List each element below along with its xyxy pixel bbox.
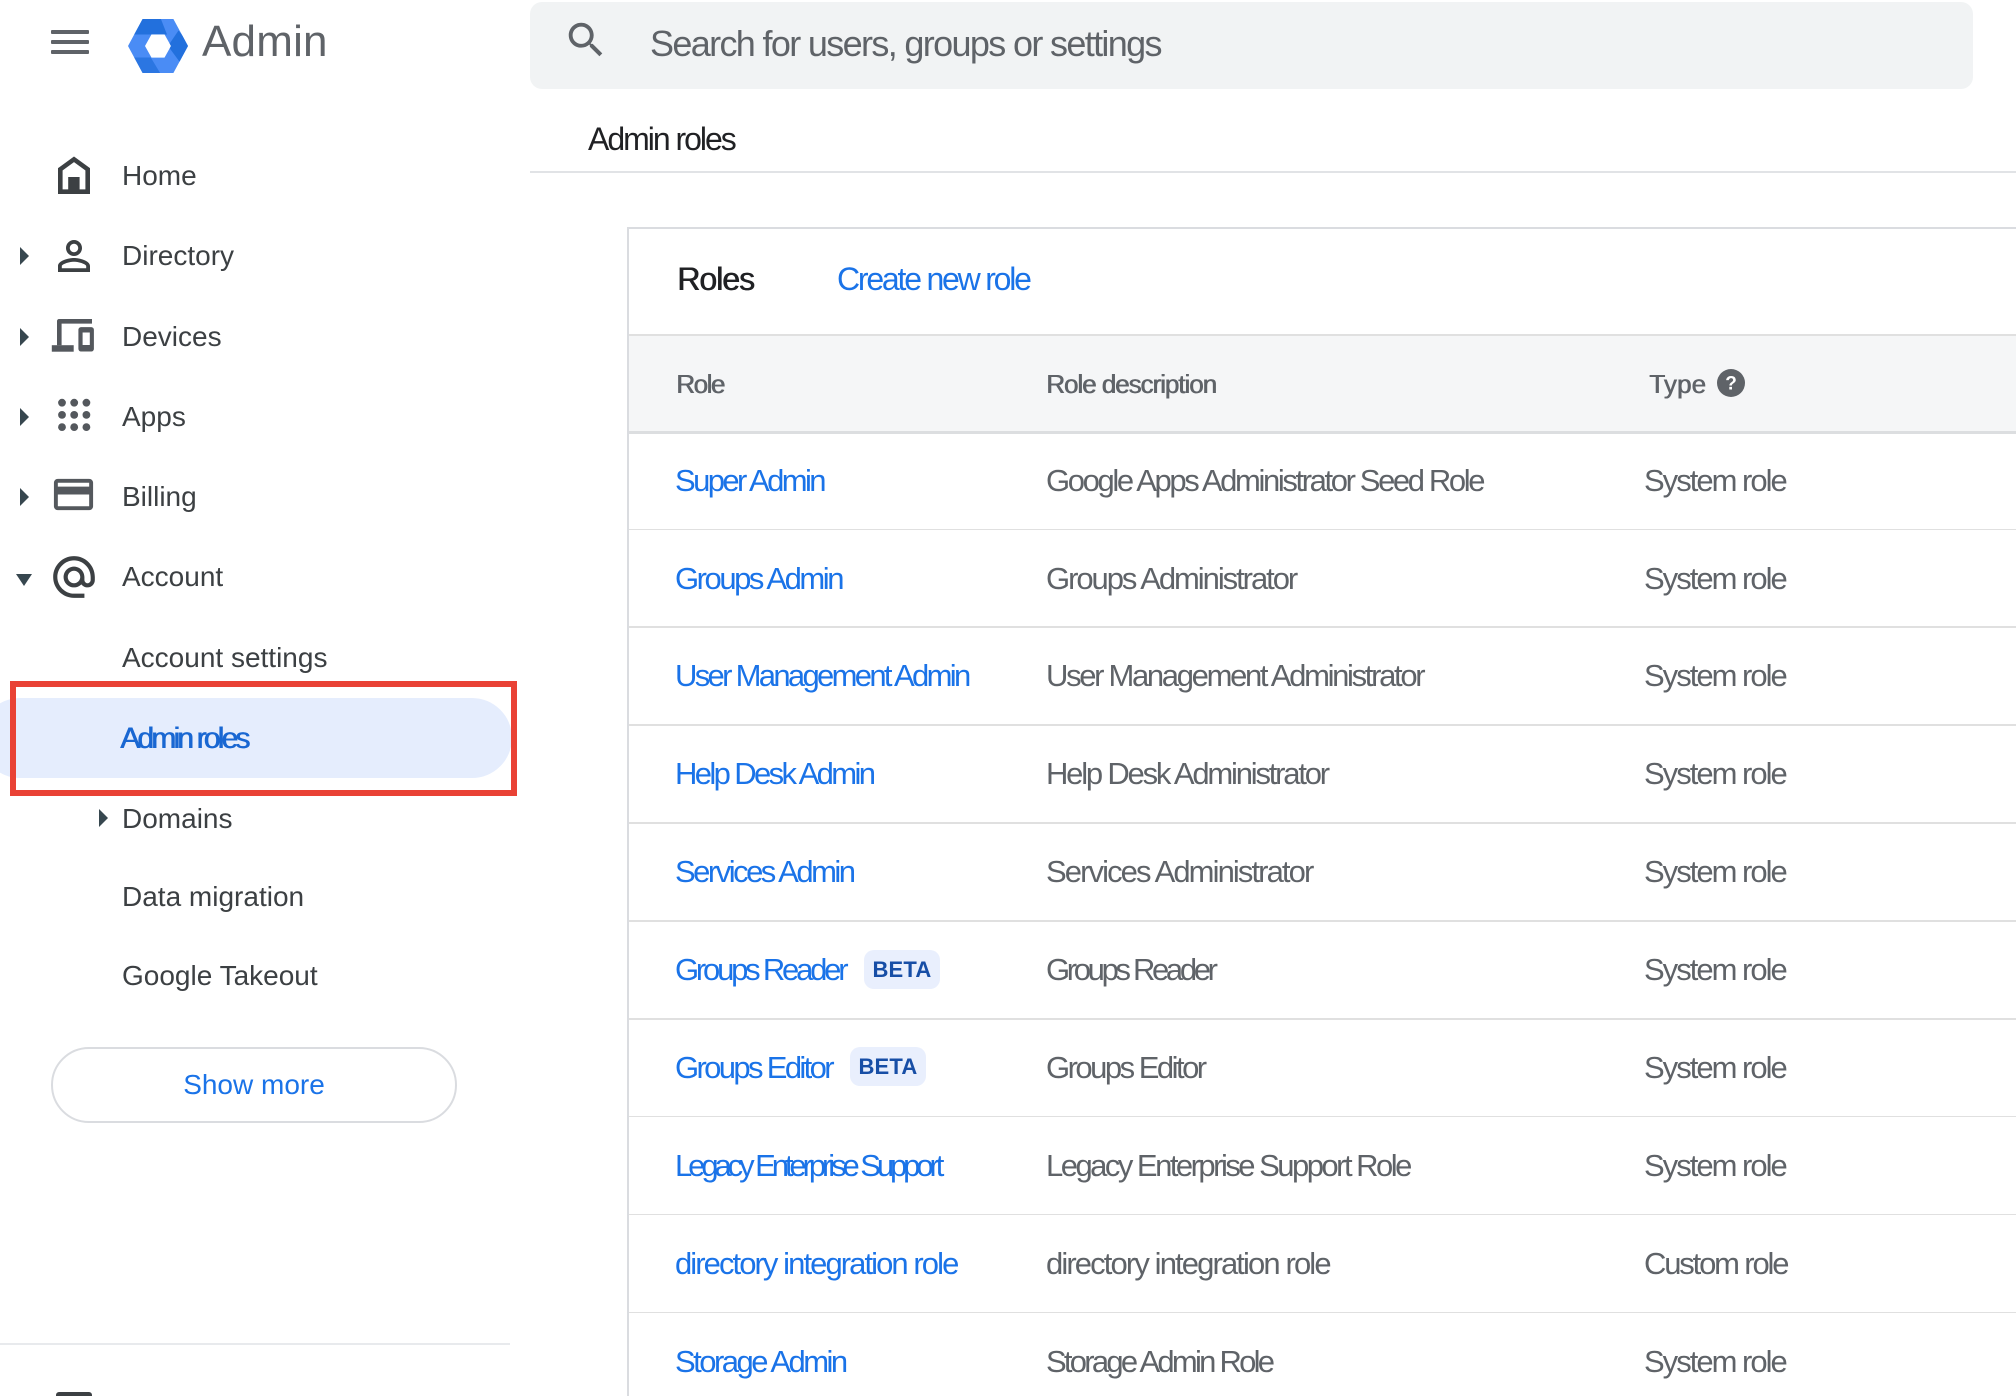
svg-text:?: ?: [1725, 374, 1737, 395]
